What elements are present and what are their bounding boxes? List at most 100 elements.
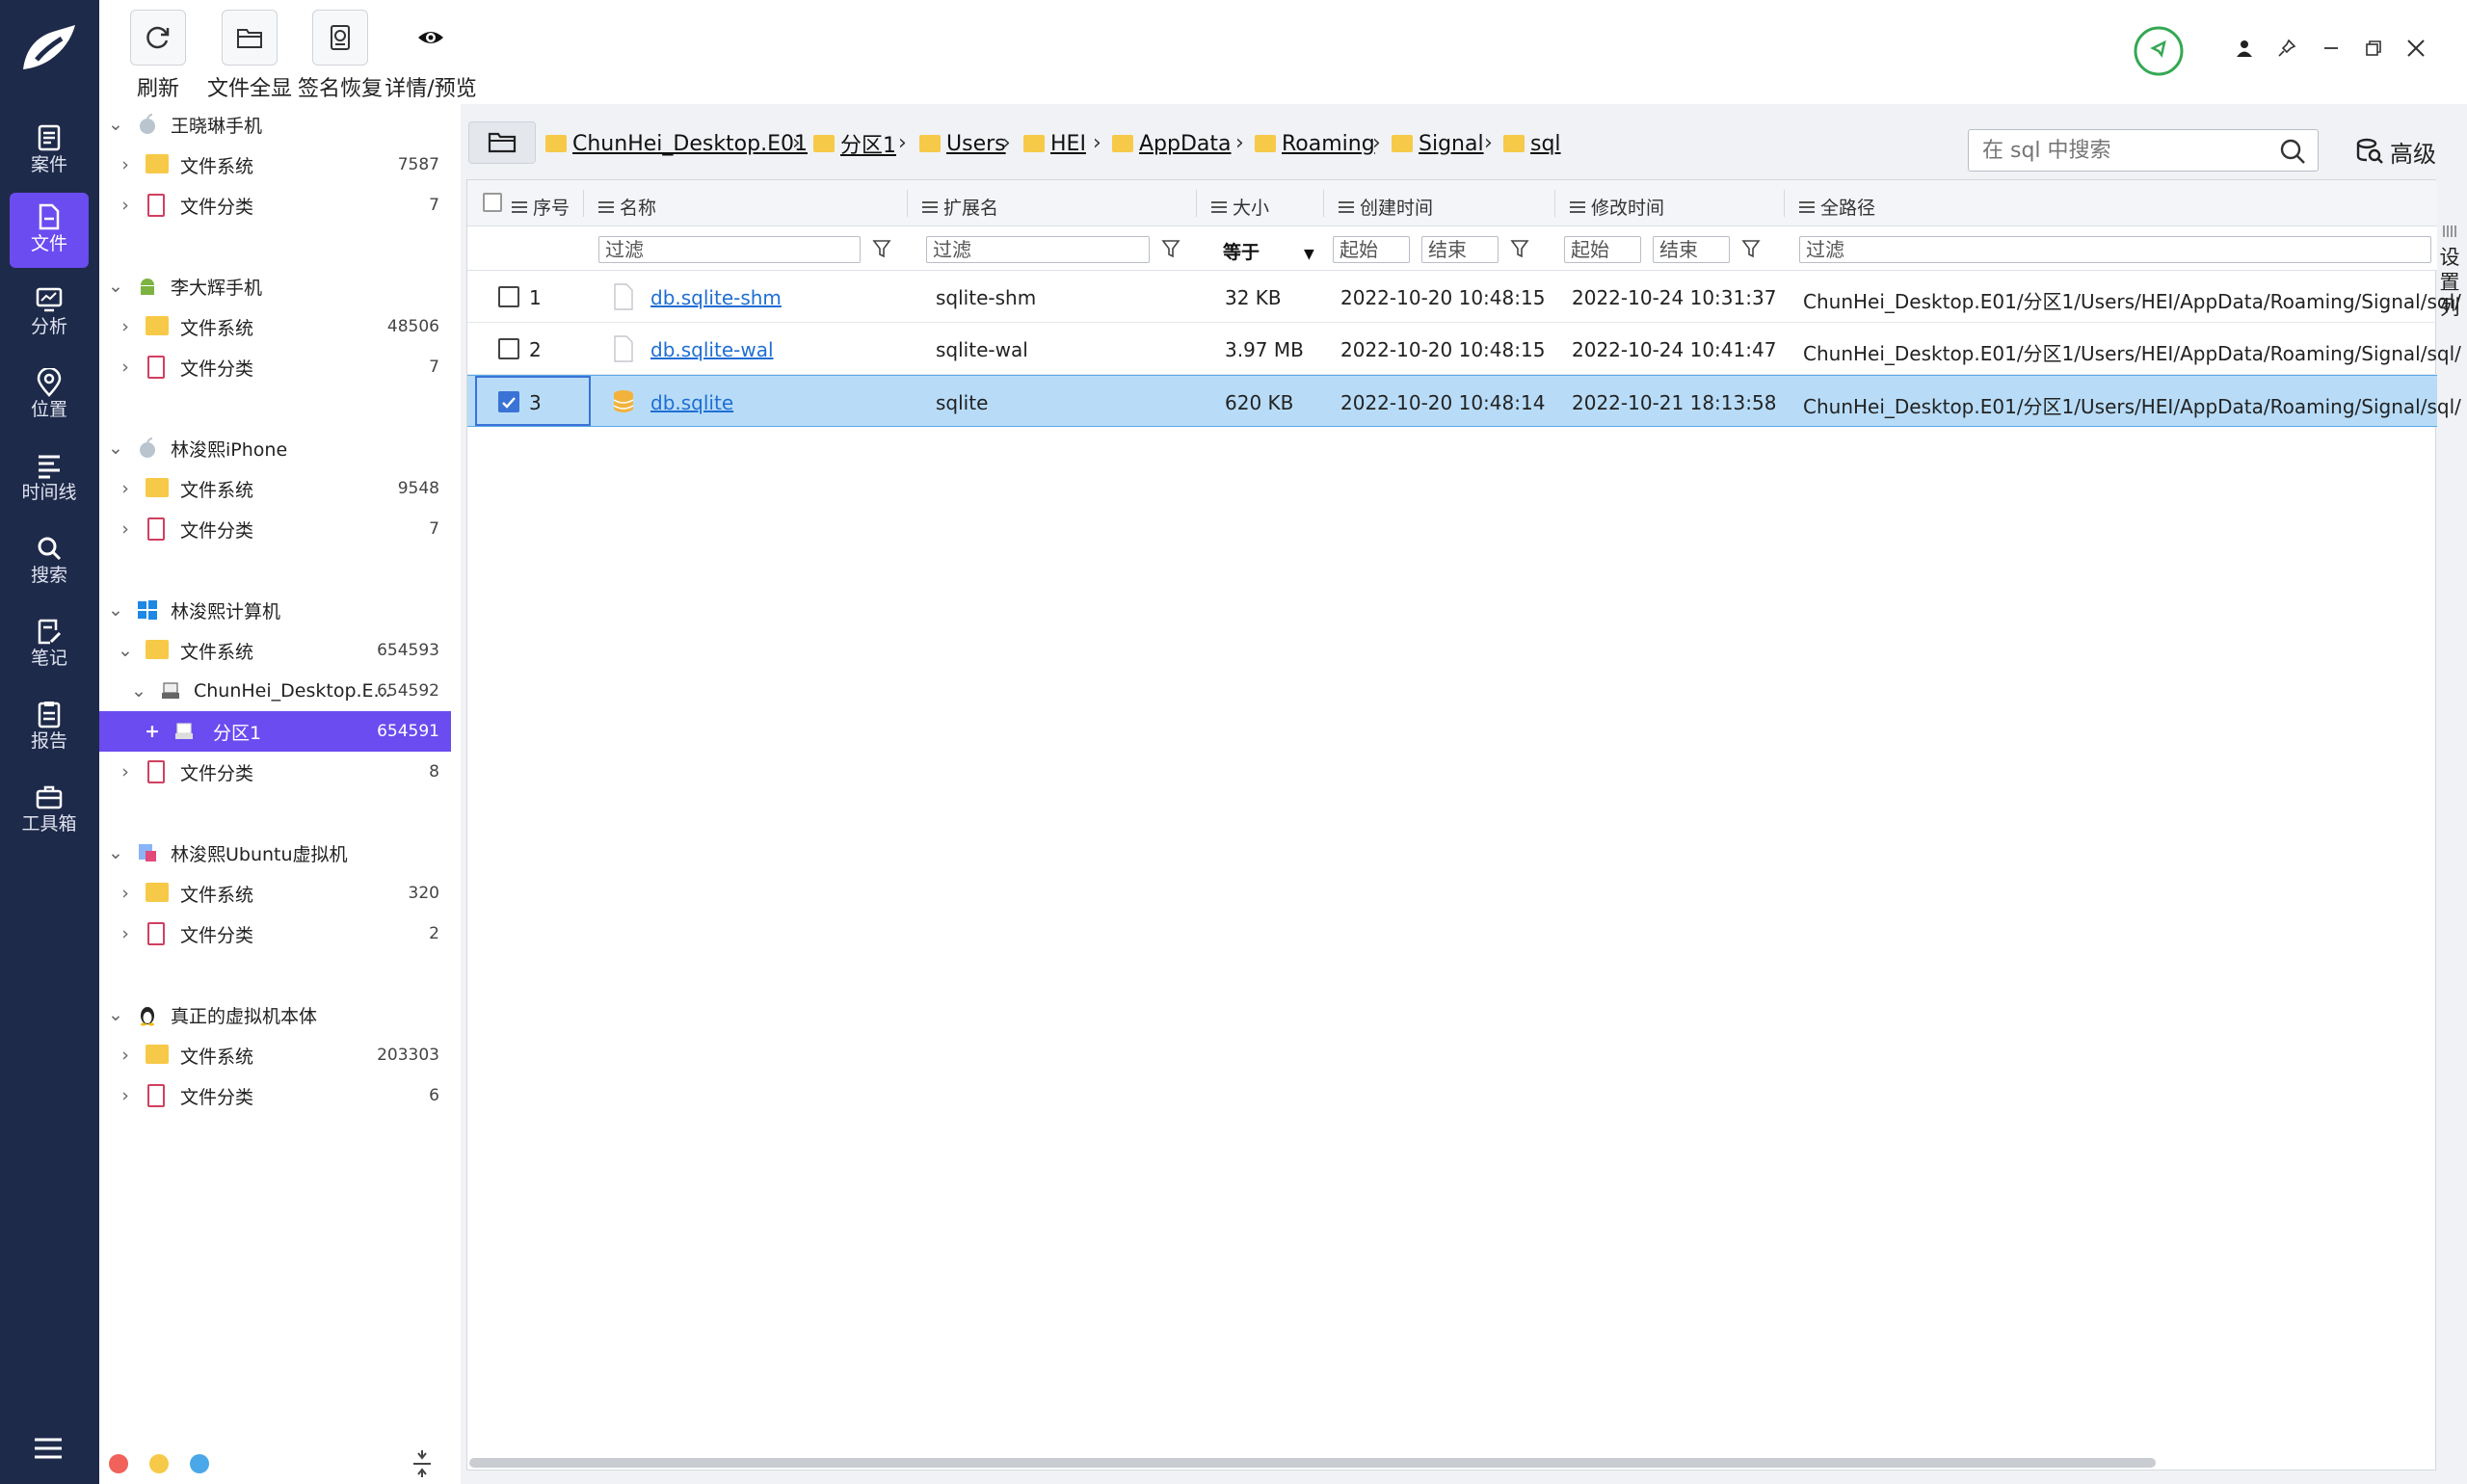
- tree-device[interactable]: ⌄ 王晓琳手机: [99, 104, 451, 145]
- signature-recovery-button[interactable]: 签名恢复: [294, 10, 386, 102]
- detail-preview-button[interactable]: 详情/预览: [383, 10, 479, 102]
- advanced-search-button[interactable]: 高级: [2355, 135, 2436, 168]
- tree-filesystem[interactable]: › 文件系统 203303: [99, 1035, 451, 1075]
- chevron-right-icon[interactable]: ›: [115, 357, 136, 378]
- restore-icon[interactable]: [2354, 29, 2393, 67]
- breadcrumb-item[interactable]: Roaming: [1255, 131, 1375, 156]
- yellow-dot-icon[interactable]: [149, 1454, 169, 1473]
- path-filter-input[interactable]: 过滤: [1799, 236, 2431, 263]
- search-icon[interactable]: [2279, 138, 2306, 165]
- show-all-files-button[interactable]: 文件全显: [203, 10, 296, 102]
- tree-device[interactable]: ⌄ 林浚熙Ubuntu虚拟机: [99, 833, 451, 873]
- breadcrumb-item[interactable]: sql: [1503, 131, 1561, 156]
- breadcrumb-item[interactable]: 分区1: [813, 131, 896, 158]
- tree-filesystem[interactable]: ⌄ 文件系统 654593: [99, 630, 451, 671]
- row-checkbox-checked[interactable]: [498, 391, 519, 412]
- table-row-selected[interactable]: 3 db.sqlite sqlite 620 KB 2022-10-20 10:…: [467, 375, 2461, 427]
- chevron-right-icon[interactable]: ›: [115, 478, 136, 499]
- chevron-down-icon[interactable]: ⌄: [115, 640, 136, 661]
- nav-item-note[interactable]: 笔记: [10, 607, 89, 682]
- column-extension[interactable]: 扩展名: [922, 194, 998, 220]
- filter-icon[interactable]: [872, 238, 891, 259]
- blue-dot-icon[interactable]: [190, 1454, 209, 1473]
- table-row[interactable]: 2 db.sqlite-wal sqlite-wal 3.97 MB 2022-…: [467, 323, 2461, 375]
- size-operator-select[interactable]: 等于 ▼: [1223, 238, 1314, 264]
- tree-device[interactable]: ⌄ 真正的虚拟机本体: [99, 994, 451, 1035]
- tree-filesystem[interactable]: › 文件系统 320: [99, 873, 451, 914]
- filter-icon[interactable]: [1741, 238, 1761, 259]
- status-shield-icon[interactable]: [2133, 25, 2185, 77]
- settings-column-button[interactable]: 设置列: [2432, 220, 2467, 320]
- tree-filesystem[interactable]: › 文件系统 48506: [99, 306, 451, 347]
- close-icon[interactable]: [2397, 29, 2435, 67]
- chevron-right-icon[interactable]: ›: [115, 195, 136, 216]
- tree-category[interactable]: › 文件分类 7: [99, 185, 451, 225]
- tree-category[interactable]: › 文件分类 6: [99, 1075, 451, 1116]
- tree-filesystem[interactable]: › 文件系统 7587: [99, 145, 451, 185]
- select-all-checkbox[interactable]: [483, 193, 502, 212]
- column-name[interactable]: 名称: [598, 194, 656, 220]
- nav-item-case[interactable]: 案件: [10, 114, 89, 189]
- tree-filesystem[interactable]: › 文件系统 9548: [99, 468, 451, 509]
- file-name-link[interactable]: db.sqlite-shm: [650, 286, 782, 309]
- nav-item-analysis[interactable]: 分析: [10, 276, 89, 351]
- chevron-down-icon[interactable]: ⌄: [128, 680, 149, 702]
- column-created[interactable]: 创建时间: [1339, 194, 1433, 220]
- plus-icon[interactable]: +: [142, 721, 163, 742]
- nav-item-timeline[interactable]: 时间线: [10, 441, 89, 517]
- chevron-down-icon[interactable]: ⌄: [105, 599, 126, 621]
- tree-device[interactable]: ⌄ 林浚熙iPhone: [99, 428, 451, 468]
- filter-icon[interactable]: [1161, 238, 1180, 259]
- file-name-link[interactable]: db.sqlite-wal: [650, 338, 774, 361]
- pin-icon[interactable]: [2268, 29, 2306, 67]
- nav-item-location[interactable]: 位置: [10, 358, 89, 434]
- breadcrumb-item[interactable]: Signal: [1392, 131, 1484, 156]
- chevron-down-icon[interactable]: ⌄: [105, 842, 126, 863]
- chevron-right-icon[interactable]: ›: [115, 923, 136, 944]
- tree-disk-image[interactable]: ⌄ ChunHei_Desktop.E... 654592: [99, 671, 451, 711]
- chevron-down-icon[interactable]: ⌄: [105, 1004, 126, 1025]
- modified-start-input[interactable]: 起始: [1564, 236, 1641, 263]
- filter-icon[interactable]: [1510, 238, 1529, 259]
- nav-item-toolbox[interactable]: 工具箱: [10, 773, 89, 848]
- chevron-right-icon[interactable]: ›: [115, 1045, 136, 1066]
- row-checkbox[interactable]: [498, 286, 519, 307]
- user-icon[interactable]: [2225, 29, 2264, 67]
- tree-partition[interactable]: + 分区1 654591: [99, 711, 451, 752]
- file-name-link[interactable]: db.sqlite: [650, 391, 733, 414]
- column-index[interactable]: 序号: [512, 194, 570, 220]
- folder-browse-button[interactable]: [468, 121, 536, 164]
- red-dot-icon[interactable]: [109, 1454, 128, 1473]
- chevron-down-icon[interactable]: ⌄: [105, 114, 126, 135]
- minimize-icon[interactable]: [2312, 29, 2350, 67]
- column-modified[interactable]: 修改时间: [1570, 194, 1664, 220]
- table-row[interactable]: 1 db.sqlite-shm sqlite-shm 32 KB 2022-10…: [467, 271, 2461, 323]
- column-full-path[interactable]: 全路径: [1799, 194, 1875, 220]
- chevron-right-icon[interactable]: ›: [115, 761, 136, 782]
- created-start-input[interactable]: 起始: [1333, 236, 1410, 263]
- created-end-input[interactable]: 结束: [1421, 236, 1499, 263]
- collapse-all-icon[interactable]: [411, 1449, 433, 1478]
- chevron-right-icon[interactable]: ›: [115, 154, 136, 175]
- chevron-right-icon[interactable]: ›: [115, 1085, 136, 1106]
- modified-end-input[interactable]: 结束: [1653, 236, 1730, 263]
- breadcrumb-item[interactable]: HEI: [1023, 131, 1086, 156]
- extension-filter-input[interactable]: 过滤: [926, 236, 1150, 263]
- tree-device[interactable]: ⌄ 李大辉手机: [99, 266, 451, 306]
- tree-category[interactable]: › 文件分类 2: [99, 914, 451, 954]
- column-size[interactable]: 大小: [1211, 194, 1269, 220]
- tree-device[interactable]: ⌄ 林浚熙计算机: [99, 590, 451, 630]
- nav-item-search[interactable]: 搜索: [10, 524, 89, 599]
- tree-category[interactable]: › 文件分类 8: [99, 752, 451, 792]
- nav-item-report[interactable]: 报告: [10, 690, 89, 765]
- tree-category[interactable]: › 文件分类 7: [99, 347, 451, 387]
- refresh-button[interactable]: 刷新: [126, 10, 190, 102]
- breadcrumb-item[interactable]: Users: [919, 131, 1006, 156]
- row-checkbox[interactable]: [498, 338, 519, 359]
- chevron-right-icon[interactable]: ›: [115, 518, 136, 540]
- search-input[interactable]: [1982, 136, 2271, 165]
- chevron-right-icon[interactable]: ›: [115, 316, 136, 337]
- breadcrumb-item[interactable]: AppData: [1112, 131, 1232, 156]
- horizontal-scrollbar[interactable]: [469, 1458, 2156, 1468]
- chevron-down-icon[interactable]: ⌄: [105, 437, 126, 459]
